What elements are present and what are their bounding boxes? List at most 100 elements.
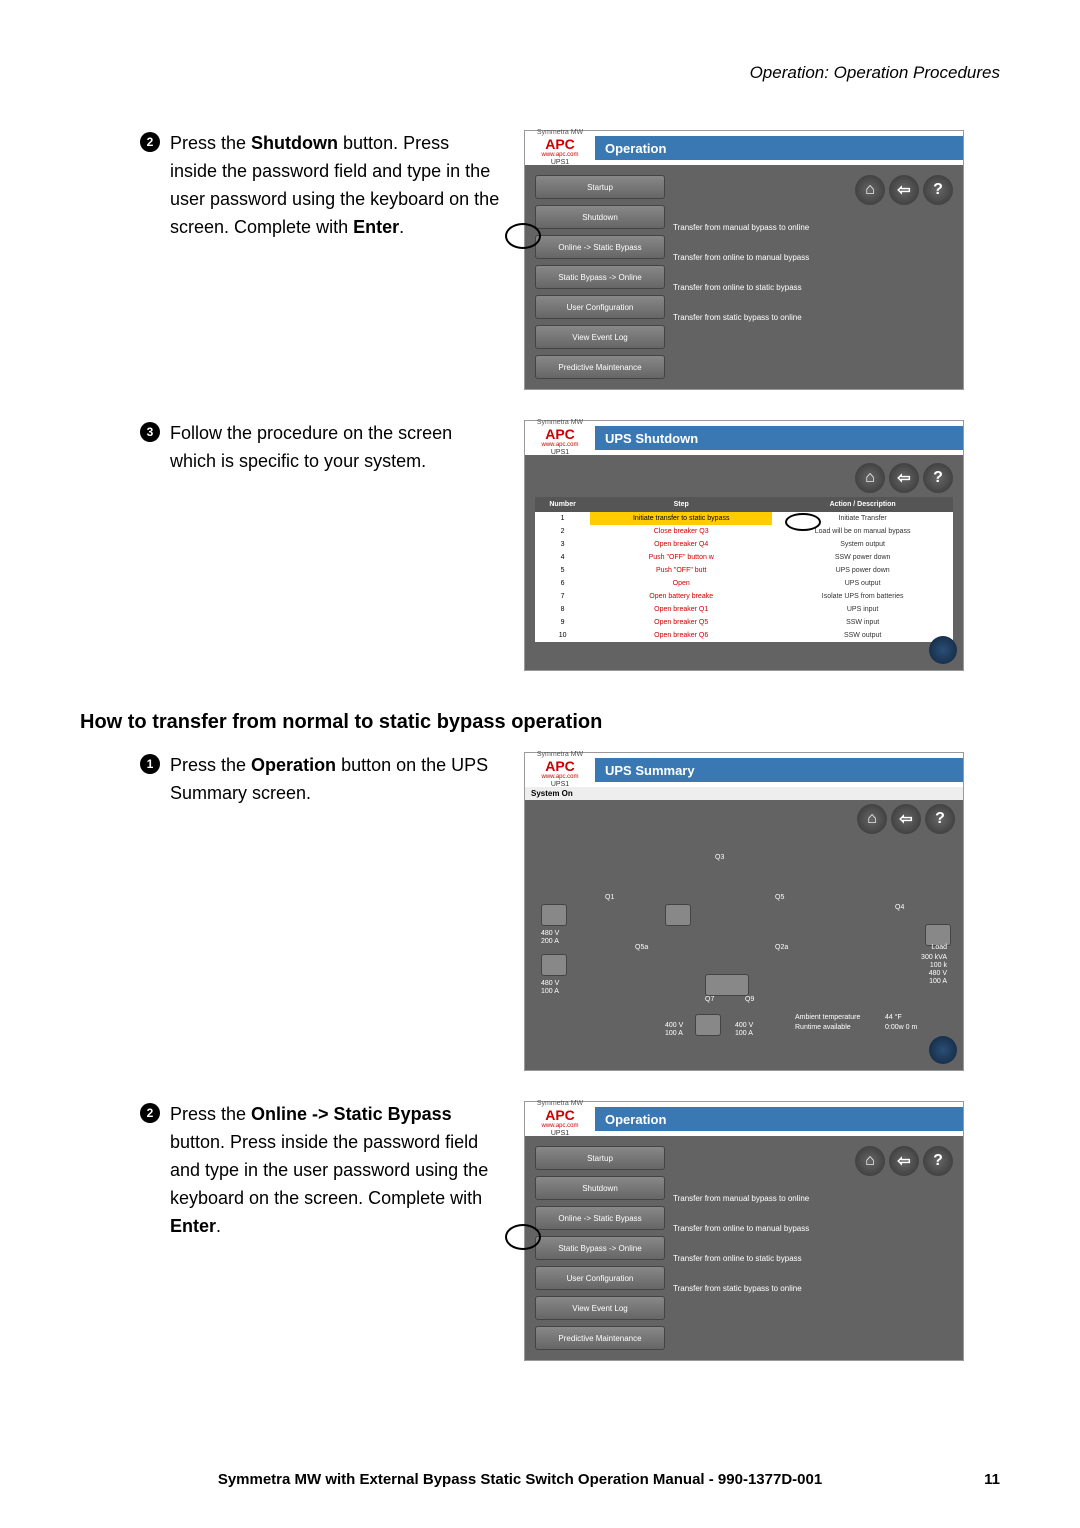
q5-label: Q5: [775, 894, 784, 901]
screen-title: Operation: [595, 136, 963, 160]
op-label-3: Transfer from static bypass to online: [673, 305, 953, 329]
operation-screenshot-1: Normal Symmetra MW APC www.apc.com UPS1 …: [524, 130, 964, 390]
op-label-2: Transfer from online to static bypass: [673, 275, 953, 299]
step-2-text: Press the Shutdown button. Press inside …: [170, 130, 500, 242]
table-row[interactable]: 7Open battery breakeIsolate UPS from bat…: [535, 590, 953, 603]
amb-label: Ambient temperature: [795, 1014, 860, 1021]
help-icon[interactable]: ?: [923, 175, 953, 205]
shutdown-button[interactable]: Shutdown: [535, 205, 665, 229]
next-nav-icon[interactable]: [929, 1036, 957, 1064]
static-online-button[interactable]: Static Bypass -> Online: [535, 1236, 665, 1260]
table-row[interactable]: 6OpenUPS output: [535, 577, 953, 590]
amb-val: 44 °F: [885, 1014, 902, 1021]
next-nav-icon[interactable]: [929, 636, 957, 664]
r2a: 100 A: [541, 988, 559, 995]
step2-b: Shutdown: [251, 133, 338, 153]
brand-sub: www.apc.com: [525, 442, 595, 449]
q3-label: Q3: [715, 854, 724, 861]
breaker-q4-icon[interactable]: [925, 924, 951, 946]
shutdown-button[interactable]: Shutdown: [535, 1176, 665, 1200]
back-icon[interactable]: ⇦: [889, 175, 919, 205]
step2-d: Enter: [353, 217, 399, 237]
screen-title-shutdown: UPS Shutdown: [595, 426, 963, 450]
online-static-button[interactable]: Online -> Static Bypass: [535, 1206, 665, 1230]
q5a-label: Q5a: [635, 944, 648, 951]
table-row[interactable]: 3Open breaker Q4System output: [535, 538, 953, 551]
predictive-maint-button[interactable]: Predictive Maintenance: [535, 1326, 665, 1350]
step-3-marker: 3: [140, 422, 160, 442]
table-row[interactable]: 4Push "OFF" button wSSW power down: [535, 551, 953, 564]
col-step: Step: [590, 497, 772, 512]
table-row[interactable]: 8Open breaker Q1UPS input: [535, 603, 953, 616]
home-icon[interactable]: ⌂: [855, 175, 885, 205]
inverter-icon[interactable]: [705, 974, 749, 996]
bypass-step-1-row: 1 Press the Operation button on the UPS …: [80, 752, 1000, 1071]
op-label-1: Transfer from online to manual bypass: [673, 245, 953, 269]
battery-icon[interactable]: [695, 1014, 721, 1036]
footer-title: Symmetra MW with External Bypass Static …: [80, 1471, 960, 1488]
b-step-2-text: Press the Online -> Static Bypass button…: [170, 1101, 500, 1240]
load-kva: 300 kVA: [921, 954, 947, 961]
op-label-1: Transfer from online to manual bypass: [673, 1216, 953, 1240]
col-desc: Action / Description: [772, 497, 953, 512]
operation-screenshot-2: Normal Symmetra MW APC www.apc.com UPS1 …: [524, 1101, 964, 1361]
step2-a: Press the: [170, 133, 251, 153]
brand-area: Symmetra MW APC www.apc.com UPS1: [525, 419, 595, 456]
brand-logo: APC: [525, 137, 595, 152]
online-static-button[interactable]: Online -> Static Bypass: [535, 235, 665, 259]
fa2: 100 A: [735, 1030, 753, 1037]
op-label-3: Transfer from static bypass to online: [673, 1276, 953, 1300]
help-icon[interactable]: ?: [923, 463, 953, 493]
back-icon[interactable]: ⇦: [889, 463, 919, 493]
back-icon[interactable]: ⇦: [889, 1146, 919, 1176]
user-config-button[interactable]: User Configuration: [535, 295, 665, 319]
r2v: 480 V: [541, 980, 559, 987]
page-number: 11: [960, 1471, 1000, 1488]
breaker-q1-icon[interactable]: [541, 904, 567, 926]
table-row[interactable]: 9Open breaker Q5SSW input: [535, 616, 953, 629]
fa1: 100 A: [665, 1030, 683, 1037]
table-row[interactable]: 1Initiate transfer to static bypassIniti…: [535, 512, 953, 525]
brand-sub: www.apc.com: [525, 1123, 595, 1130]
single-line-diagram: Q1 Q3 Q5 Q5a Q2a Q7 Q9 Q4 480 V 200 A 48…: [535, 814, 953, 1004]
brand-area: Symmetra MW APC www.apc.com UPS1: [525, 751, 595, 788]
q7-label: Q7: [705, 996, 714, 1003]
home-icon[interactable]: ⌂: [855, 1146, 885, 1176]
b2-a: Press the: [170, 1104, 251, 1124]
system-on-bar: System On: [525, 787, 963, 800]
unit-id: UPS1: [525, 781, 595, 789]
view-event-log-button[interactable]: View Event Log: [535, 325, 665, 349]
table-row[interactable]: 10Open breaker Q6SSW output: [535, 629, 953, 642]
brand-area: Symmetra MW APC www.apc.com UPS1: [525, 129, 595, 166]
run-label: Runtime available: [795, 1024, 851, 1031]
brand-sub: www.apc.com: [525, 774, 595, 781]
startup-button[interactable]: Startup: [535, 1146, 665, 1170]
b1-b: Operation: [251, 755, 336, 775]
load-a: 100 A: [929, 978, 947, 985]
operation-buttons: Startup Shutdown Online -> Static Bypass…: [535, 175, 665, 379]
predictive-maint-button[interactable]: Predictive Maintenance: [535, 355, 665, 379]
unit-id: UPS1: [525, 1130, 595, 1138]
step2-e: .: [399, 217, 404, 237]
load-label: Load: [931, 944, 947, 951]
nav-icons: ⌂ ⇦ ?: [673, 175, 953, 205]
r1v: 480 V: [541, 930, 559, 937]
nav-icons: ⌂ ⇦ ?: [535, 463, 953, 493]
shutdown-steps-table: Number Step Action / Description 1Initia…: [535, 497, 953, 642]
help-icon[interactable]: ?: [923, 1146, 953, 1176]
home-icon[interactable]: ⌂: [855, 463, 885, 493]
b-step-1-text: Press the Operation button on the UPS Su…: [170, 752, 500, 808]
startup-button[interactable]: Startup: [535, 175, 665, 199]
breaker-q2-icon[interactable]: [665, 904, 691, 926]
static-online-button[interactable]: Static Bypass -> Online: [535, 265, 665, 289]
user-config-button[interactable]: User Configuration: [535, 1266, 665, 1290]
breaker-q5-icon[interactable]: [541, 954, 567, 976]
view-event-log-button[interactable]: View Event Log: [535, 1296, 665, 1320]
q9-label: Q9: [745, 996, 754, 1003]
load-kw: 100 k: [930, 962, 947, 969]
table-row[interactable]: 5Push "OFF" buttUPS power down: [535, 564, 953, 577]
step-2-row: 2 Press the Shutdown button. Press insid…: [80, 130, 1000, 390]
step-3-row: 3 Follow the procedure on the screen whi…: [80, 420, 1000, 671]
table-row[interactable]: 2Close breaker Q3Load will be on manual …: [535, 525, 953, 538]
brand-sub: www.apc.com: [525, 152, 595, 159]
